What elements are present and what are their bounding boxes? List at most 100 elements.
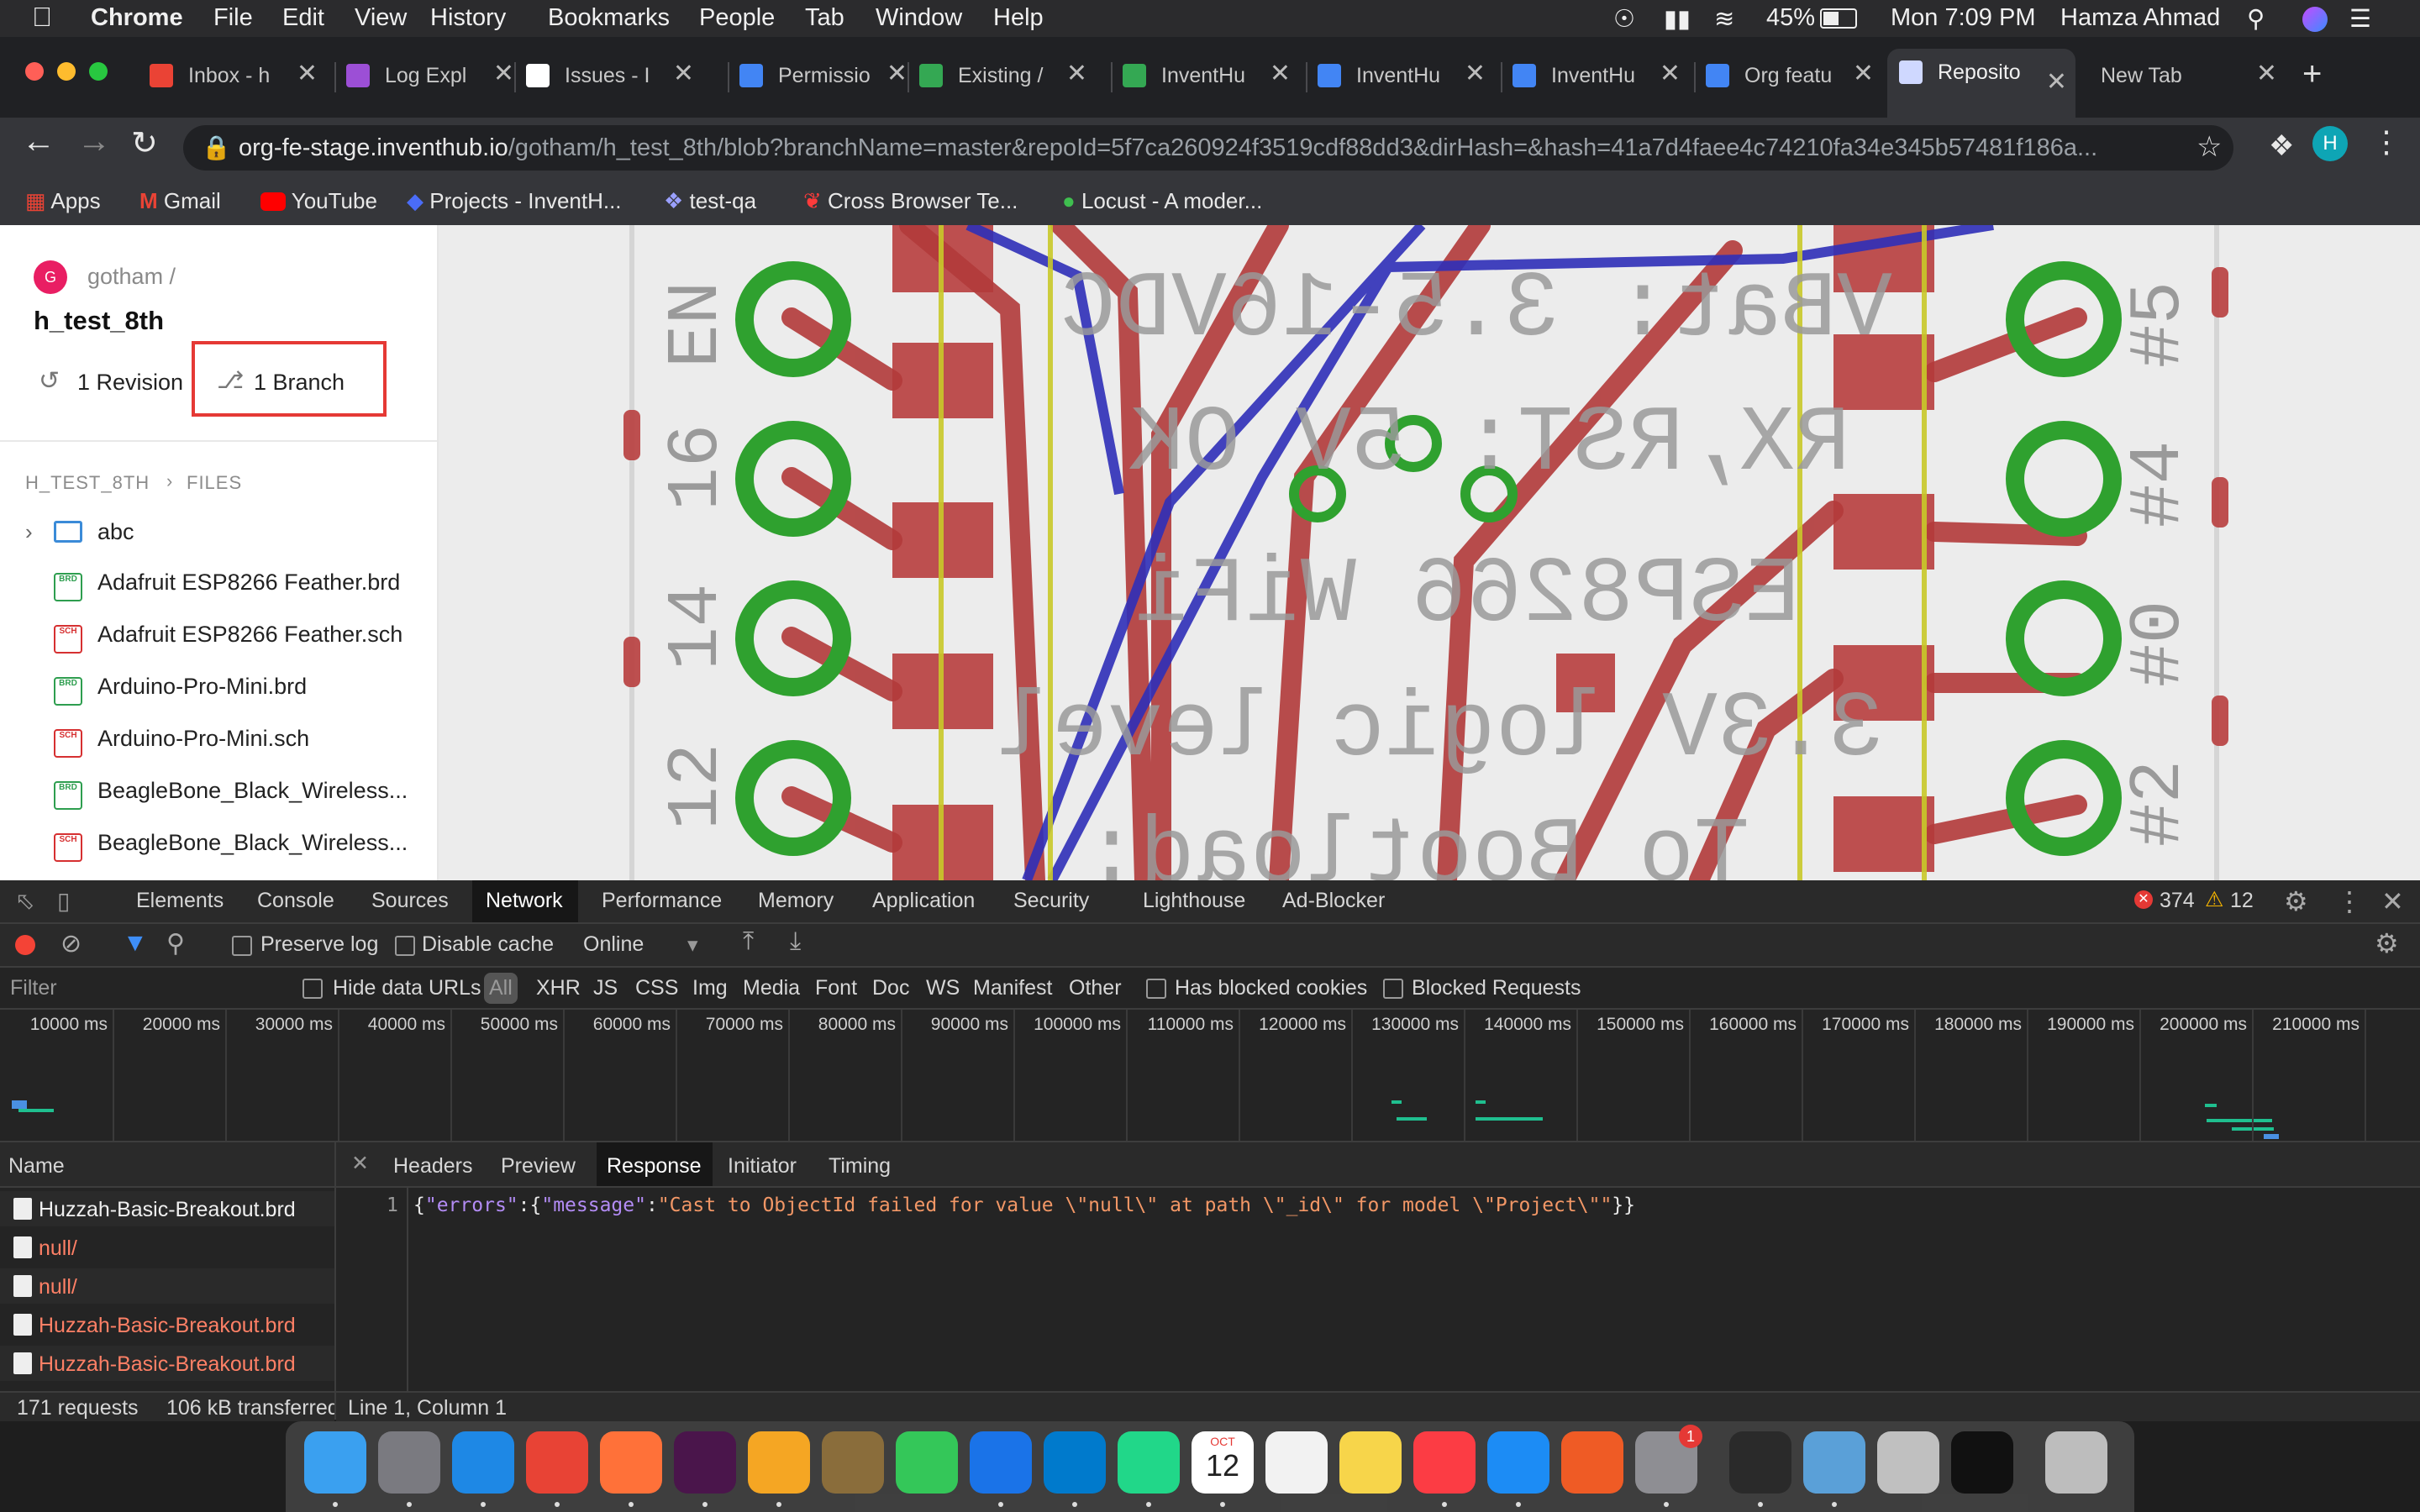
devtools-tab-application[interactable]: Application: [872, 889, 975, 913]
lock-icon[interactable]: 🔒: [202, 134, 231, 161]
tab-close-icon[interactable]: ✕: [1465, 59, 1486, 88]
request-row[interactable]: null/: [0, 1268, 334, 1304]
throttle-select[interactable]: Online: [583, 932, 644, 957]
devtools-tab-performance[interactable]: Performance: [602, 889, 722, 913]
branches-link[interactable]: 1 Branch: [254, 370, 345, 396]
devtools-menu-icon[interactable]: ⋮: [2336, 885, 2363, 917]
browser-tab[interactable]: Log Expl ✕: [346, 52, 523, 101]
detail-tab-timing[interactable]: Timing: [829, 1154, 891, 1179]
forward-icon[interactable]: →: [77, 123, 111, 160]
detail-tab-preview[interactable]: Preview: [501, 1154, 576, 1179]
firefox-icon[interactable]: [600, 1431, 662, 1494]
detail-tab-initiator[interactable]: Initiator: [728, 1154, 797, 1179]
hide-data-urls-checkbox[interactable]: [302, 979, 323, 999]
filter-img[interactable]: Img: [692, 976, 728, 1000]
tab-close-icon[interactable]: ✕: [886, 59, 908, 88]
export-har-icon[interactable]: ⤓: [790, 927, 801, 956]
bookmark-cross-browser[interactable]: ❦ Cross Browser Te...: [803, 188, 1018, 214]
tab-close-icon[interactable]: ✕: [297, 59, 318, 88]
calendar-icon[interactable]: OCT 12: [1192, 1431, 1254, 1494]
filter-other[interactable]: Other: [1069, 976, 1122, 1000]
airdrop-status-icon[interactable]: ☉: [1613, 4, 1635, 34]
trash-icon[interactable]: [2045, 1431, 2107, 1494]
filter-css[interactable]: CSS: [635, 976, 678, 1000]
record-icon[interactable]: [15, 935, 35, 955]
menu-file[interactable]: File: [213, 4, 253, 32]
notes-icon[interactable]: [1339, 1431, 1402, 1494]
devtools-tab-sources[interactable]: Sources: [371, 889, 449, 913]
browser-tab[interactable]: Inbox - h ✕: [150, 52, 326, 101]
settings-gear-icon[interactable]: ⚙: [2284, 885, 2308, 917]
search-icon[interactable]: ⚲: [166, 929, 185, 958]
chevron-down-icon[interactable]: ▾: [687, 932, 698, 958]
response-body[interactable]: {"errors":{"message":"Cast to ObjectId f…: [413, 1194, 1635, 1216]
pycharm-icon[interactable]: [1118, 1431, 1180, 1494]
menubar-user[interactable]: Hamza Ahmad: [2060, 4, 2220, 32]
tab-close-icon[interactable]: ✕: [1660, 59, 1681, 88]
menu-edit[interactable]: Edit: [282, 4, 324, 32]
new-tab-button[interactable]: +: [2302, 55, 2322, 93]
window-minimize-button[interactable]: [57, 62, 76, 81]
chrome-icon[interactable]: [526, 1431, 588, 1494]
menu-history[interactable]: History: [430, 4, 506, 32]
pcb-board-canvas[interactable]: VBat: 3.5-16VDC RX,RST: 5V OK ESP8266 Wi…: [439, 225, 2420, 880]
blocked-requests-checkbox[interactable]: [1383, 979, 1403, 999]
facetime-icon[interactable]: [896, 1431, 958, 1494]
detail-tab-response[interactable]: Response: [607, 1154, 702, 1179]
menu-people[interactable]: People: [699, 4, 775, 32]
inspect-element-icon[interactable]: ⬁: [15, 887, 34, 915]
sidecar-icon[interactable]: ▮▮: [1664, 4, 1691, 34]
reminders-icon[interactable]: [1265, 1431, 1328, 1494]
org-avatar[interactable]: G: [34, 260, 67, 294]
bookmark-test-qa[interactable]: ❖ test-qa: [664, 188, 756, 214]
music-icon[interactable]: [1413, 1431, 1476, 1494]
disable-cache-checkbox[interactable]: [395, 936, 415, 956]
branch-highlight-box[interactable]: ⎇ 1 Branch: [192, 341, 387, 417]
menu-tab[interactable]: Tab: [805, 4, 844, 32]
slack-icon[interactable]: [674, 1431, 736, 1494]
clear-icon[interactable]: ⊘: [60, 929, 82, 958]
window-close-button[interactable]: [25, 62, 44, 81]
browser-tab[interactable]: Issues - I ✕: [526, 52, 702, 101]
browser-tab[interactable]: Existing / ✕: [919, 52, 1096, 101]
devtools-tab-lighthouse[interactable]: Lighthouse: [1143, 889, 1245, 913]
warning-count[interactable]: 12: [2230, 889, 2254, 913]
devtools-tab-network[interactable]: Network: [486, 889, 563, 913]
browser-tab[interactable]: New Tab ✕: [2092, 52, 2286, 101]
apple-icon[interactable]: : [32, 2, 52, 33]
bookmark-projects-inventhub[interactable]: ◆ Projects - InventH...: [407, 188, 622, 214]
menu-bookmarks[interactable]: Bookmarks: [548, 4, 670, 32]
revisions-link[interactable]: 1 Revision: [77, 370, 183, 396]
filter-icon[interactable]: ▼: [123, 929, 148, 958]
browser-tab[interactable]: InventHu ✕: [1123, 52, 1299, 101]
terminal-icon[interactable]: [1951, 1431, 2013, 1494]
request-row[interactable]: Huzzah-Basic-Breakout.brd: [0, 1307, 334, 1342]
window-zoom-button[interactable]: [89, 62, 108, 81]
browser-tab[interactable]: Org featu ✕: [1706, 52, 1882, 101]
notification-center-icon[interactable]: ☰: [2349, 4, 2371, 34]
chevron-right-icon[interactable]: ›: [25, 519, 33, 545]
tab-close-icon[interactable]: ✕: [673, 59, 694, 88]
browser-tab[interactable]: InventHu ✕: [1318, 52, 1494, 101]
close-detail-icon[interactable]: ✕: [351, 1151, 369, 1176]
detail-tab-headers[interactable]: Headers: [393, 1154, 473, 1179]
error-count[interactable]: 374: [2160, 889, 2195, 913]
back-icon[interactable]: ←: [22, 123, 55, 160]
filter-all[interactable]: All: [484, 973, 518, 1004]
close-devtools-icon[interactable]: ✕: [2381, 885, 2404, 917]
filter-font[interactable]: Font: [815, 976, 857, 1000]
reload-icon[interactable]: ↻: [131, 124, 158, 162]
filter-ws[interactable]: WS: [926, 976, 960, 1000]
finder-icon[interactable]: [304, 1431, 366, 1494]
devtools-tab-adblocker[interactable]: Ad-Blocker: [1282, 889, 1385, 913]
folder-abc[interactable]: abc: [97, 519, 134, 545]
filter-xhr[interactable]: XHR: [536, 976, 581, 1000]
filter-manifest[interactable]: Manifest: [973, 976, 1052, 1000]
request-row[interactable]: null/: [0, 1230, 334, 1265]
testflight-icon[interactable]: [970, 1431, 1032, 1494]
bookmark-apps[interactable]: ▦ Apps: [25, 188, 101, 214]
filter-js[interactable]: JS: [593, 976, 618, 1000]
devtools-tab-console[interactable]: Console: [257, 889, 334, 913]
battery-icon[interactable]: [1820, 8, 1857, 29]
menu-view[interactable]: View: [355, 4, 407, 32]
